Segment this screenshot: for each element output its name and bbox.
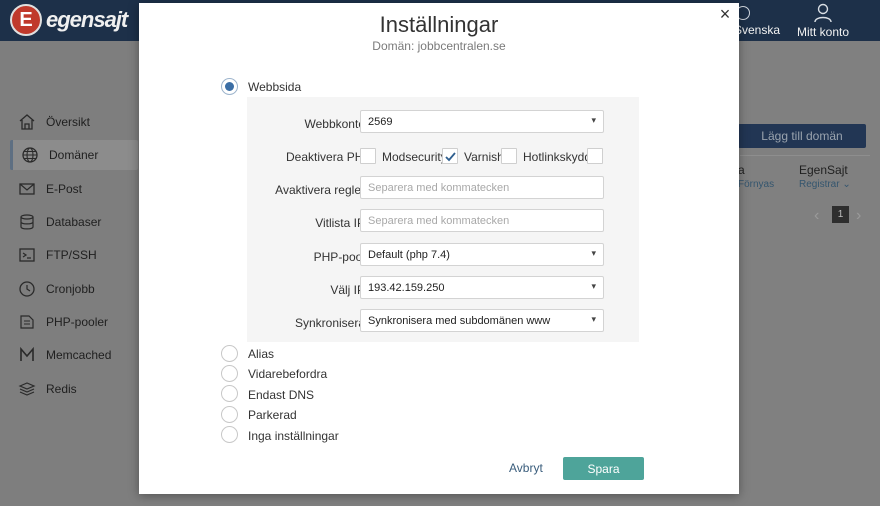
varnish-checkbox[interactable]: [501, 148, 517, 164]
whitelist-ip-label: Vitlista IP: [315, 216, 365, 230]
sync-label: Synkronisera: [294, 316, 365, 330]
sidebar-item-epost[interactable]: E-Post: [10, 174, 138, 204]
pager-prev-icon[interactable]: ‹: [814, 207, 819, 225]
hotlinkskydd-label: Hotlinkskydd: [523, 150, 592, 164]
varnish-label: Varnish: [464, 150, 504, 164]
pager-current-page[interactable]: 1: [832, 206, 849, 223]
sidebar-item-memcached[interactable]: Memcached: [10, 340, 138, 370]
radio-label-inga-installningar: Inga inställningar: [248, 429, 339, 443]
chevron-down-icon: ▾: [591, 248, 596, 258]
sidebar-item-redis[interactable]: Redis: [10, 374, 138, 404]
radio-label-parkerad: Parkerad: [248, 408, 297, 422]
choose-ip-value: 193.42.159.250: [368, 281, 445, 294]
sidebar-item-label: Redis: [46, 382, 77, 396]
chevron-down-icon: ▾: [591, 281, 596, 291]
php-icon: [18, 313, 36, 331]
radio-label-endast-dns: Endast DNS: [248, 388, 315, 402]
sidebar-item-domaner[interactable]: Domäner: [10, 140, 138, 170]
settings-modal: × Inställningar Domän: jobbcentralen.se …: [139, 3, 739, 494]
radio-endast-dns[interactable]: [221, 385, 238, 402]
sidebar-item-databaser[interactable]: Databaser: [10, 207, 138, 237]
radio-inga-installningar[interactable]: [221, 426, 238, 443]
sidebar-item-label: E-Post: [46, 182, 83, 196]
registrar-label: Registrar: [799, 179, 840, 190]
radio-alias[interactable]: [221, 345, 238, 362]
clock-icon: [18, 280, 36, 298]
php-pool-select[interactable]: Default (php 7.4) ▾: [360, 243, 604, 266]
renew-link[interactable]: Förnyas: [738, 179, 774, 190]
chevron-down-icon: ⌄: [842, 179, 851, 190]
deactivate-rules-input[interactable]: [360, 176, 604, 199]
sidebar-item-label: FTP/SSH: [46, 248, 97, 262]
radio-label-alias: Alias: [248, 347, 275, 361]
radio-parkerad[interactable]: [221, 406, 238, 423]
account-menu[interactable]: Mitt konto: [793, 3, 853, 39]
sidebar-item-oversikt[interactable]: Översikt: [10, 107, 138, 137]
modsecurity-checkbox[interactable]: [442, 148, 458, 164]
sidebar-item-php-pooler[interactable]: PHP-pooler: [10, 307, 138, 337]
user-icon: [814, 3, 832, 23]
logo-text: egensajt: [46, 7, 128, 32]
sidebar-item-label: Översikt: [46, 115, 91, 129]
sync-select[interactable]: Synkronisera med subdomänen www ▾: [360, 309, 604, 332]
registrar-dropdown[interactable]: Registrar ⌄: [799, 179, 851, 190]
deactivate-php-checkbox[interactable]: [360, 148, 376, 164]
house-icon: [18, 113, 36, 131]
deactivate-php-label: Deaktivera PHP: [286, 150, 372, 164]
radio-label-webbsida: Webbsida: [248, 80, 302, 94]
account-label: Mitt konto: [796, 25, 850, 39]
language-label: Svenska: [734, 23, 781, 37]
chevron-down-icon: ▾: [591, 115, 596, 125]
column-header-egensajt: EgenSajt: [799, 163, 848, 177]
webbkonto-select[interactable]: 2569 ▾: [360, 110, 604, 133]
radio-webbsida[interactable]: [221, 78, 238, 95]
sidebar-item-label: Databaser: [46, 215, 102, 229]
sync-value: Synkronisera med subdomänen www: [368, 314, 551, 327]
webbkonto-label: Webbkonto: [304, 117, 366, 131]
sidebar-item-cronjobb[interactable]: Cronjobb: [10, 274, 138, 304]
sidebar-item-label: PHP-pooler: [46, 315, 109, 329]
logo[interactable]: E egensajt: [10, 4, 128, 36]
checkmark-icon: [445, 152, 456, 162]
php-pool-value: Default (php 7.4): [368, 248, 450, 261]
memcached-icon: [18, 346, 36, 364]
cancel-button[interactable]: Avbryt: [509, 461, 543, 475]
modal-title: Inställningar: [379, 12, 499, 37]
chevron-down-icon: ▾: [591, 314, 596, 324]
hotlinkskydd-checkbox[interactable]: [587, 148, 603, 164]
divider: [740, 155, 870, 156]
redis-icon: [18, 380, 36, 398]
pager-next-icon[interactable]: ›: [856, 207, 861, 225]
add-domain-button[interactable]: Lägg till domän: [738, 124, 866, 148]
deactivate-rules-label: Avaktivera regler: [275, 183, 365, 197]
webbkonto-value: 2569: [368, 115, 393, 128]
sidebar-item-ftp-ssh[interactable]: FTP/SSH: [10, 240, 138, 270]
modsecurity-label: Modsecurity: [382, 150, 447, 164]
language-selector[interactable]: Svenska: [734, 6, 780, 37]
logo-mark: E: [10, 4, 42, 36]
globe-icon: [21, 146, 39, 164]
radio-vidarebefordra[interactable]: [221, 365, 238, 382]
webbsida-settings-panel: Webbkonto 2569 ▾ Deaktivera PHP Modsecur…: [247, 97, 639, 342]
save-button[interactable]: Spara: [563, 457, 644, 480]
sidebar-item-label: Memcached: [46, 348, 112, 362]
choose-ip-select[interactable]: 193.42.159.250 ▾: [360, 276, 604, 299]
database-icon: [18, 213, 36, 231]
modal-subtitle: Domän: jobbcentralen.se: [372, 39, 506, 53]
envelope-icon: [18, 180, 36, 198]
sidebar-item-label: Domäner: [49, 148, 99, 162]
sidebar-item-label: Cronjobb: [46, 282, 95, 296]
choose-ip-label: Välj IP: [330, 283, 365, 297]
terminal-icon: [18, 246, 36, 264]
php-pool-label: PHP-pool: [313, 250, 365, 264]
sidebar: Översikt Domäner E-Post Databaser FTP/SS…: [0, 41, 140, 506]
radio-label-vidarebefordra: Vidarebefordra: [248, 367, 328, 381]
column-header-a: a: [738, 163, 745, 177]
whitelist-ip-input[interactable]: [360, 209, 604, 232]
